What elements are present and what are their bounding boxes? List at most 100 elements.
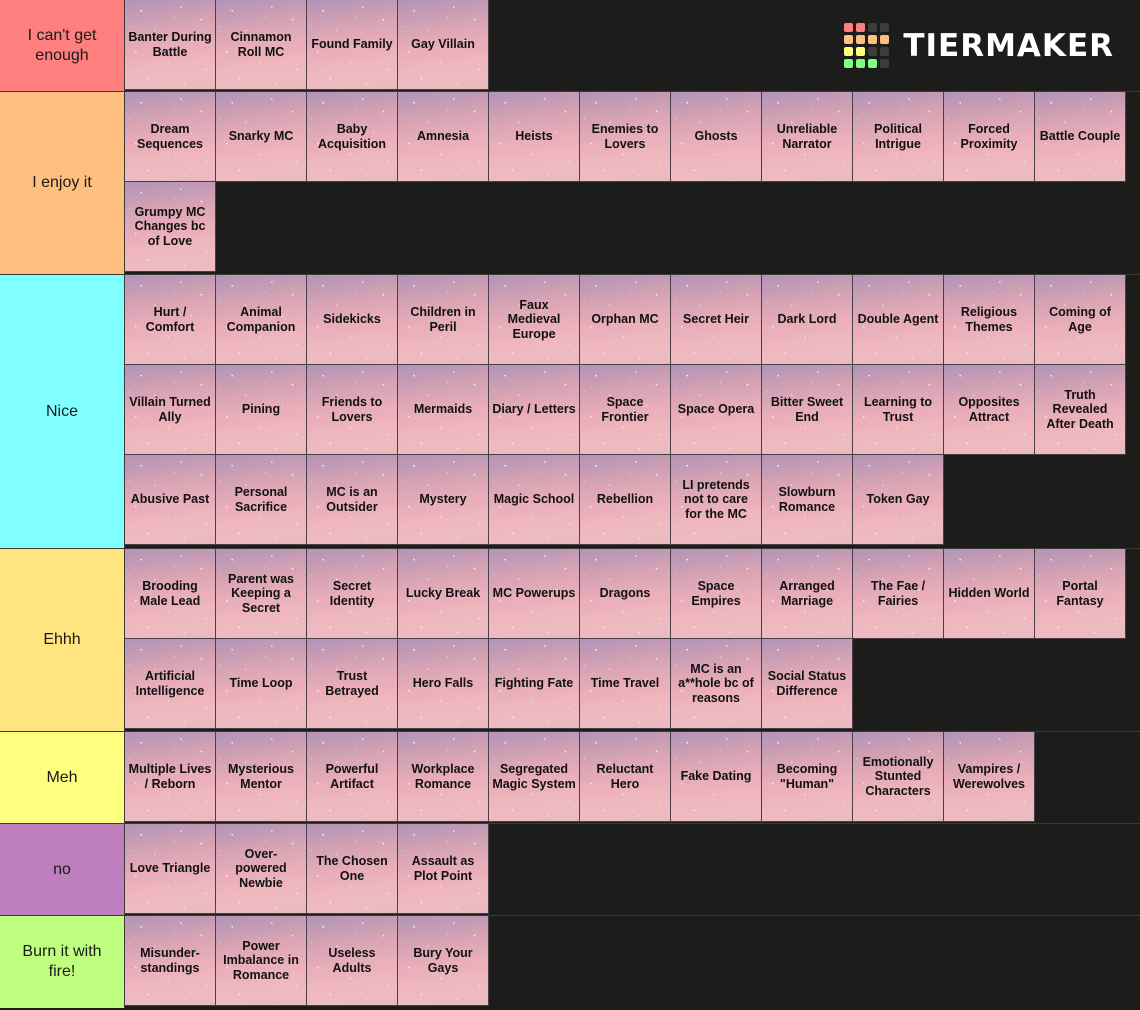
tier-item-tile[interactable]: Coming of Age	[1035, 275, 1126, 365]
tier-item-tile[interactable]: Space Frontier	[580, 365, 671, 455]
tier-item-tile[interactable]: Arranged Marriage	[762, 549, 853, 639]
tier-item-tile[interactable]: Children in Peril	[398, 275, 489, 365]
tier-item-tile[interactable]: Love Triangle	[125, 824, 216, 914]
tier-item-tile[interactable]: Sidekicks	[307, 275, 398, 365]
tier-item-tile[interactable]: Fake Dating	[671, 732, 762, 822]
tier-items[interactable]: Dream Sequences Snarky MC Baby Acquisition…	[125, 92, 1140, 274]
tier-label[interactable]: Nice	[0, 275, 125, 548]
tier-item-tile[interactable]: Personal Sacrifice	[216, 455, 307, 545]
tier-item-tile[interactable]: Trust Betrayed	[307, 639, 398, 729]
tier-item-tile[interactable]: Unreliable Narrator	[762, 92, 853, 182]
tier-item-tile[interactable]: Mystery	[398, 455, 489, 545]
tier-item-tile[interactable]: Truth Revealed After Death	[1035, 365, 1126, 455]
tier-item-tile[interactable]: Bitter Sweet End	[762, 365, 853, 455]
tier-item-tile[interactable]: Villain Turned Ally	[125, 365, 216, 455]
tier-item-tile[interactable]: Emotionally Stunted Characters	[853, 732, 944, 822]
tier-item-tile[interactable]: Hurt / Comfort	[125, 275, 216, 365]
tier-item-tile[interactable]: Becoming "Human"	[762, 732, 853, 822]
tier-item-tile[interactable]: Dragons	[580, 549, 671, 639]
tier-item-tile[interactable]: Diary / Letters	[489, 365, 580, 455]
tier-item-tile[interactable]: The Chosen One	[307, 824, 398, 914]
tier-item-tile[interactable]: Reluctant Hero	[580, 732, 671, 822]
tier-item-tile[interactable]: Baby Acquisition	[307, 92, 398, 182]
tier-item-tile[interactable]: Banter During Battle	[125, 0, 216, 90]
tier-item-tile[interactable]: Opposites Attract	[944, 365, 1035, 455]
tier-label[interactable]: no	[0, 824, 125, 915]
tier-label[interactable]: Meh	[0, 732, 125, 823]
tier-item-tile[interactable]: Social Status Difference	[762, 639, 853, 729]
tier-label[interactable]: Ehhh	[0, 549, 125, 731]
tier-item-tile[interactable]: Gay Villain	[398, 0, 489, 90]
tier-label[interactable]: Burn it with fire!	[0, 916, 125, 1008]
tier-item-tile[interactable]: Token Gay	[853, 455, 944, 545]
tier-item-tile[interactable]: Faux Medieval Europe	[489, 275, 580, 365]
tier-items[interactable]: Banter During Battle Cinnamon Roll MC Foun…	[125, 0, 1140, 91]
tier-item-tile[interactable]: Hidden World	[944, 549, 1035, 639]
tier-item-tile[interactable]: Useless Adults	[307, 916, 398, 1006]
tier-item-tile[interactable]: LI pretends not to care for the MC	[671, 455, 762, 545]
tier-item-tile[interactable]: Secret Heir	[671, 275, 762, 365]
tier-item-tile[interactable]: Lucky Break	[398, 549, 489, 639]
tier-item-tile[interactable]: Brooding Male Lead	[125, 549, 216, 639]
tier-item-tile[interactable]: Magic School	[489, 455, 580, 545]
tier-item-tile[interactable]: Power Imbalance in Romance	[216, 916, 307, 1006]
tier-item-tile[interactable]: Animal Companion	[216, 275, 307, 365]
tier-items[interactable]: Hurt / Comfort Animal Companion Sidekicks C…	[125, 275, 1140, 548]
tier-item-tile[interactable]: Snarky MC	[216, 92, 307, 182]
tier-item-tile[interactable]: Slowburn Romance	[762, 455, 853, 545]
tier-item-tile[interactable]: Friends to Lovers	[307, 365, 398, 455]
tier-items[interactable]: Misunder-standings Power Imbalance in Rom…	[125, 916, 1140, 1008]
tier-item-tile[interactable]: Battle Couple	[1035, 92, 1126, 182]
tier-item-tile[interactable]: Mermaids	[398, 365, 489, 455]
tier-item-tile[interactable]: Over-powered Newbie	[216, 824, 307, 914]
tier-item-tile[interactable]: Segregated Magic System	[489, 732, 580, 822]
tier-item-tile[interactable]: MC is an Outsider	[307, 455, 398, 545]
tier-item-tile[interactable]: Dream Sequences	[125, 92, 216, 182]
tier-item-tile[interactable]: Fighting Fate	[489, 639, 580, 729]
tier-item-tile[interactable]: Workplace Romance	[398, 732, 489, 822]
tier-item-tile[interactable]: Grumpy MC Changes bc of Love	[125, 182, 216, 272]
tier-item-tile[interactable]: Religious Themes	[944, 275, 1035, 365]
tier-item-tile[interactable]: Multiple Lives / Reborn	[125, 732, 216, 822]
tier-item-tile[interactable]: The Fae / Fairies	[853, 549, 944, 639]
tier-label[interactable]: I can't get enough	[0, 0, 125, 91]
tier-item-label: Children in Peril	[410, 305, 476, 334]
tier-item-tile[interactable]: Heists	[489, 92, 580, 182]
tier-item-tile[interactable]: MC is an a**hole bc of reasons	[671, 639, 762, 729]
tier-item-tile[interactable]: Time Loop	[216, 639, 307, 729]
tier-item-tile[interactable]: Rebellion	[580, 455, 671, 545]
tier-item-tile[interactable]: Dark Lord	[762, 275, 853, 365]
tier-item-tile[interactable]: Portal Fantasy	[1035, 549, 1126, 639]
tier-item-tile[interactable]: Space Empires	[671, 549, 762, 639]
tier-item-tile[interactable]: Vampires / Werewolves	[944, 732, 1035, 822]
tier-item-tile[interactable]: Double Agent	[853, 275, 944, 365]
tier-item-tile[interactable]: Parent was Keeping a Secret	[216, 549, 307, 639]
tier-item-tile[interactable]: Amnesia	[398, 92, 489, 182]
tier-item-tile[interactable]: Enemies to Lovers	[580, 92, 671, 182]
tier-item-tile[interactable]: Orphan MC	[580, 275, 671, 365]
tier-item-tile[interactable]: Pining	[216, 365, 307, 455]
tier-label[interactable]: I enjoy it	[0, 92, 125, 274]
tier-item-tile[interactable]: Hero Falls	[398, 639, 489, 729]
tier-item-tile[interactable]: Secret Identity	[307, 549, 398, 639]
tier-item-tile[interactable]: Mysterious Mentor	[216, 732, 307, 822]
tier-items[interactable]: Brooding Male Lead Parent was Keeping a S…	[125, 549, 1140, 731]
tier-item-tile[interactable]: Space Opera	[671, 365, 762, 455]
tier-item-tile[interactable]: Ghosts	[671, 92, 762, 182]
tier-items[interactable]: Love Triangle Over-powered Newbie The Chos…	[125, 824, 1140, 915]
tier-item-tile[interactable]: Found Family	[307, 0, 398, 90]
tier-item-tile[interactable]: Powerful Artifact	[307, 732, 398, 822]
tier-item-tile[interactable]: Artificial Intelligence	[125, 639, 216, 729]
tier-item-tile[interactable]: Misunder-standings	[125, 916, 216, 1006]
tier-item-tile[interactable]: MC Powerups	[489, 549, 580, 639]
tier-item-tile[interactable]: Time Travel	[580, 639, 671, 729]
tier-item-tile[interactable]: Learning to Trust	[853, 365, 944, 455]
tier-item-tile[interactable]: Cinnamon Roll MC	[216, 0, 307, 90]
tier-item-label: Reluctant Hero	[596, 762, 654, 791]
tier-item-tile[interactable]: Assault as Plot Point	[398, 824, 489, 914]
tier-item-tile[interactable]: Forced Proximity	[944, 92, 1035, 182]
tier-item-tile[interactable]: Abusive Past	[125, 455, 216, 545]
tier-items[interactable]: Multiple Lives / Reborn Mysterious Mentor…	[125, 732, 1140, 823]
tier-item-tile[interactable]: Political Intrigue	[853, 92, 944, 182]
tier-item-tile[interactable]: Bury Your Gays	[398, 916, 489, 1006]
